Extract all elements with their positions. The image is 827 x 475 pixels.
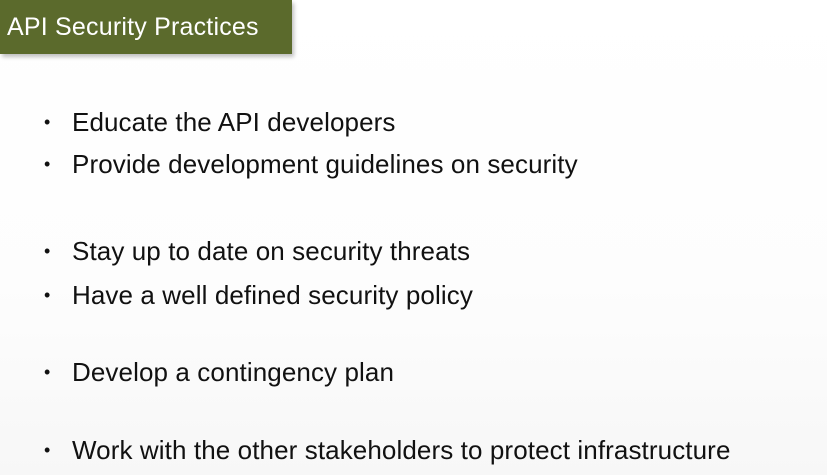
bullet-dot-icon: • bbox=[44, 362, 51, 382]
bullet-text: Develop a contingency plan bbox=[72, 356, 395, 387]
slide-title: API Security Practices bbox=[7, 12, 259, 41]
bullet-dot-icon: • bbox=[44, 285, 51, 305]
slide: API Security Practices • Educate the API… bbox=[0, 0, 827, 475]
bullet-item: • Work with the other stakeholders to pr… bbox=[44, 432, 731, 468]
bullet-item: • Develop a contingency plan bbox=[44, 354, 394, 390]
bullet-item: • Provide development guidelines on secu… bbox=[44, 146, 578, 182]
bullet-text: Educate the API developers bbox=[72, 106, 396, 137]
bullet-dot-icon: • bbox=[44, 154, 51, 174]
bullet-dot-icon: • bbox=[44, 241, 51, 261]
bullet-item: • Have a well defined security policy bbox=[44, 277, 473, 313]
bullet-text: Provide development guidelines on securi… bbox=[72, 148, 578, 179]
bullet-item: • Educate the API developers bbox=[44, 104, 396, 140]
bullet-dot-icon: • bbox=[44, 440, 51, 460]
bullet-text: Have a well defined security policy bbox=[72, 279, 473, 310]
bullet-dot-icon: • bbox=[44, 112, 51, 132]
bullet-text: Stay up to date on security threats bbox=[72, 235, 471, 266]
bullet-text: Work with the other stakeholders to prot… bbox=[72, 434, 731, 465]
title-banner: API Security Practices bbox=[0, 0, 292, 54]
bullet-item: • Stay up to date on security threats bbox=[44, 233, 470, 269]
